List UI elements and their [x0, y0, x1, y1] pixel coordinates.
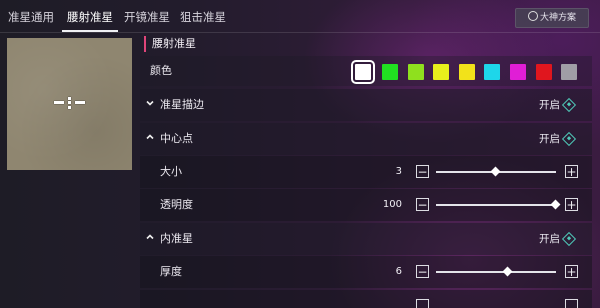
opacity-slider-thumb[interactable]	[550, 199, 561, 210]
inner-crosshair-row[interactable]: 内准星 开启	[140, 223, 592, 255]
size-slider-thumb[interactable]	[490, 166, 501, 177]
thickness-slider[interactable]	[436, 266, 556, 277]
opacity-row: 透明度 100 − +	[140, 189, 592, 221]
color-swatch-green[interactable]	[382, 64, 398, 80]
thickness-decrease-button[interactable]: −	[416, 265, 429, 278]
expert-scheme-label: 大神方案	[539, 13, 576, 23]
chevron-up-icon	[146, 134, 154, 140]
toggle-diamond-icon[interactable]	[561, 97, 577, 113]
size-row: 大小 3 − +	[140, 156, 592, 188]
settings-panel: 腰射准星 颜色 准星描边 开启 中心点 开启 大小 3 − + 透明度 100 …	[140, 32, 600, 308]
color-swatch-red[interactable]	[536, 64, 552, 80]
opacity-decrease-button[interactable]: −	[416, 198, 429, 211]
crosshair-top-line	[68, 97, 71, 100]
inner-crosshair-label: 内准星	[160, 232, 193, 245]
center-dot-label: 中心点	[160, 132, 193, 145]
color-swatch-yellow[interactable]	[459, 64, 475, 80]
next-row-partial	[140, 290, 592, 308]
section-title: 腰射准星	[144, 36, 196, 52]
partial-decrease-button[interactable]	[416, 299, 429, 308]
color-label: 颜色	[150, 64, 172, 77]
crosshair-bottom-line	[68, 106, 71, 109]
outline-state: 开启	[539, 99, 560, 111]
outline-label: 准星描边	[160, 98, 204, 111]
tab-scope-crosshair[interactable]: 开镜准星	[122, 0, 172, 32]
size-slider[interactable]	[436, 166, 556, 177]
tab-sniper-crosshair[interactable]: 狙击准星	[178, 0, 228, 32]
opacity-slider[interactable]	[436, 199, 561, 210]
size-decrease-button[interactable]: −	[416, 165, 429, 178]
center-dot-state: 开启	[539, 133, 560, 145]
crosshair-center-dot	[68, 101, 71, 104]
size-increase-button[interactable]: +	[565, 165, 578, 178]
color-swatch-magenta[interactable]	[510, 64, 526, 80]
thickness-slider-thumb[interactable]	[502, 266, 513, 277]
color-swatch-lime[interactable]	[408, 64, 424, 80]
crosshair-left-line	[54, 101, 64, 104]
size-label: 大小	[160, 165, 182, 178]
thickness-value: 6	[395, 266, 402, 277]
share-icon	[527, 11, 538, 21]
inner-crosshair-state: 开启	[539, 233, 560, 245]
toggle-diamond-icon[interactable]	[561, 231, 577, 247]
thickness-label: 厚度	[160, 265, 182, 278]
color-swatch-cyan[interactable]	[484, 64, 500, 80]
opacity-increase-button[interactable]: +	[565, 198, 578, 211]
toggle-diamond-icon[interactable]	[561, 131, 577, 147]
chevron-down-icon	[146, 100, 154, 106]
color-swatch-yellow-green[interactable]	[433, 64, 449, 80]
expert-scheme-button[interactable]: 大神方案	[515, 8, 589, 28]
partial-increase-button[interactable]	[565, 299, 578, 308]
thickness-increase-button[interactable]: +	[565, 265, 578, 278]
top-tab-bar: 准星通用 腰射准星 开镜准星 狙击准星 大神方案	[0, 0, 600, 32]
tab-hipfire-crosshair[interactable]: 腰射准星	[62, 0, 118, 32]
chevron-up-icon	[146, 234, 154, 240]
crosshair-right-line	[75, 101, 85, 104]
size-value: 3	[395, 166, 402, 177]
thickness-row: 厚度 6 − +	[140, 256, 592, 288]
outline-row[interactable]: 准星描边 开启	[140, 89, 592, 121]
opacity-value: 100	[382, 199, 402, 210]
color-swatch-gray[interactable]	[561, 64, 577, 80]
tab-crosshair-general[interactable]: 准星通用	[6, 0, 56, 32]
crosshair-preview	[7, 38, 132, 170]
opacity-label: 透明度	[160, 198, 193, 211]
color-swatch-white[interactable]	[351, 60, 375, 84]
center-dot-row[interactable]: 中心点 开启	[140, 123, 592, 155]
